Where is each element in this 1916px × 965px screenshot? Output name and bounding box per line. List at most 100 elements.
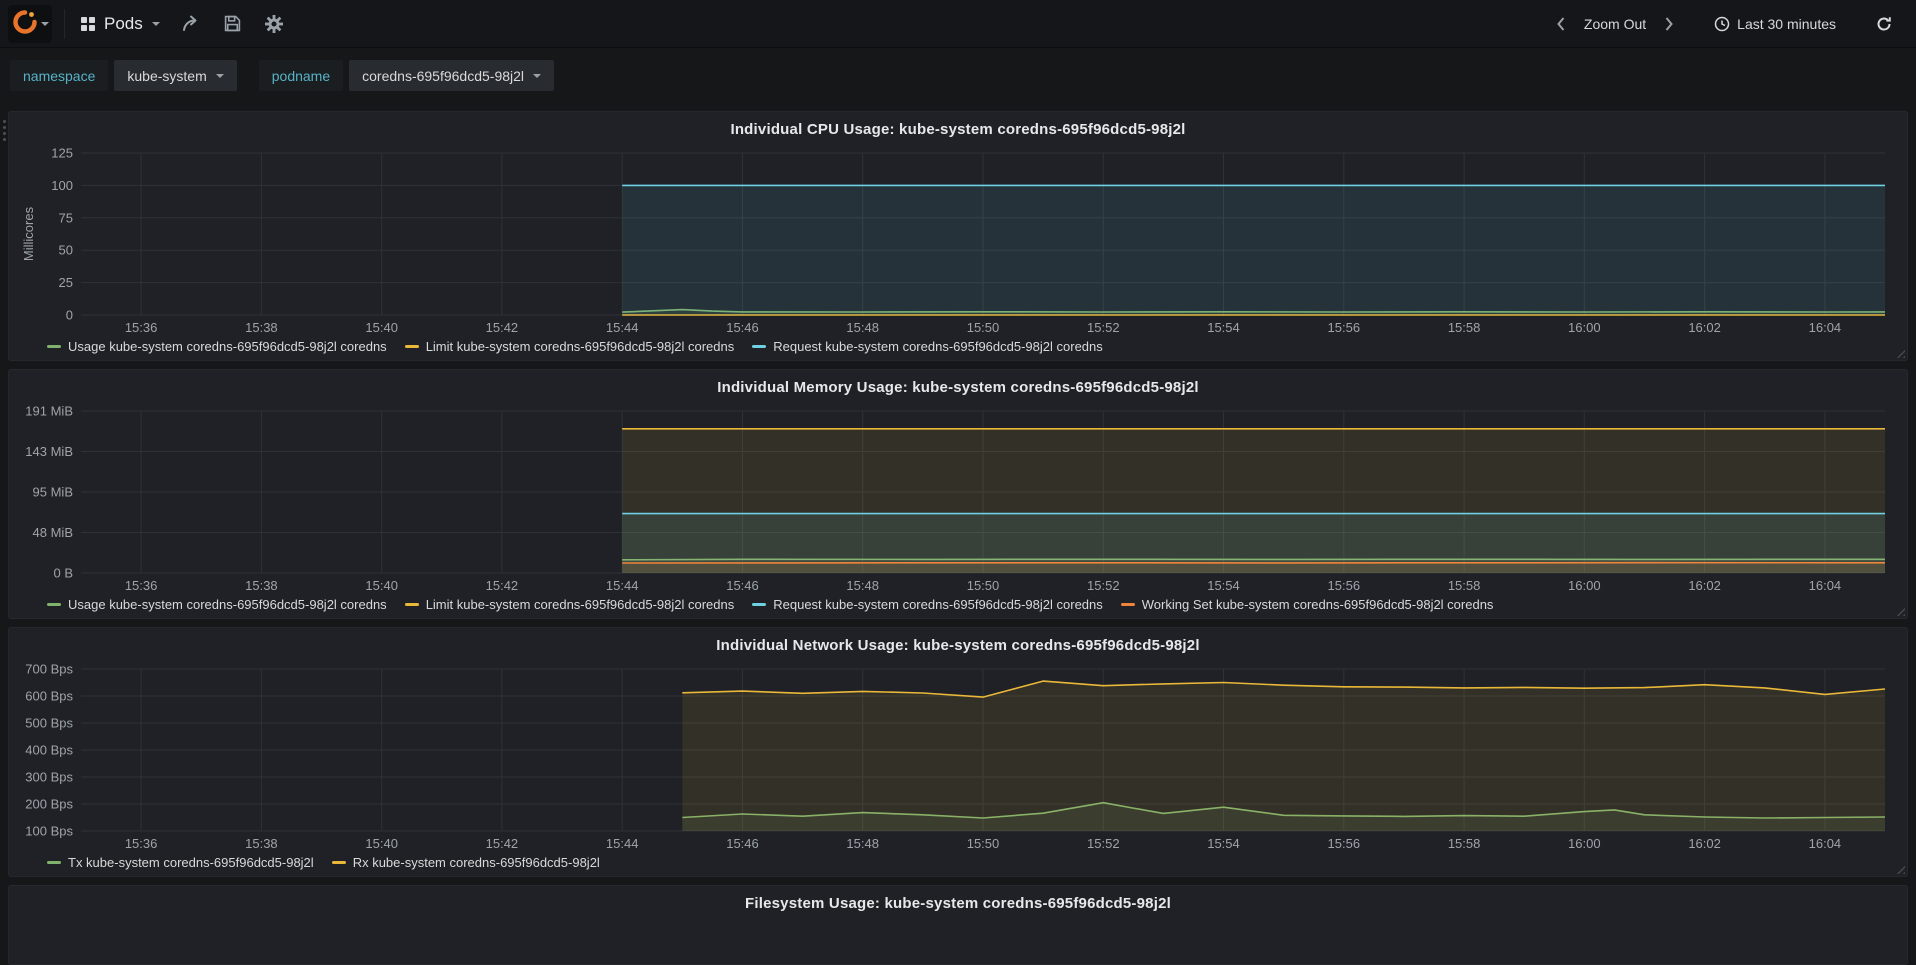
svg-text:200 Bps: 200 Bps [25,797,73,812]
svg-text:15:38: 15:38 [245,578,278,593]
legend-item[interactable]: Request kube-system coredns-695f96dcd5-9… [752,597,1103,612]
svg-text:15:52: 15:52 [1087,320,1120,335]
svg-text:500 Bps: 500 Bps [25,716,73,731]
legend-item[interactable]: Limit kube-system coredns-695f96dcd5-98j… [404,597,735,612]
refresh-icon [1877,16,1891,30]
legend-item[interactable]: Usage kube-system coredns-695f96dcd5-98j… [47,339,387,354]
cpu-usage-chart[interactable]: 0 25 50 75 100 125 15:36 15:38 15:40 15:42 15:44 15… [17,145,1899,337]
row-drag-handle[interactable] [3,120,6,123]
svg-text:15:58: 15:58 [1448,320,1481,335]
divider [64,8,65,39]
memory-usage-chart[interactable]: 0 B 48 MiB 95 MiB 143 MiB 191 MiB 15:36 15:38 1… [17,403,1899,595]
chevron-down-icon [40,21,49,26]
share-button[interactable] [176,9,206,38]
svg-text:16:04: 16:04 [1809,578,1842,593]
svg-text:15:58: 15:58 [1448,836,1481,851]
legend-series-label: Rx kube-system coredns-695f96dcd5-98j2l [352,855,600,870]
grafana-logo-icon [12,9,38,38]
legend-item[interactable]: Request kube-system coredns-695f96dcd5-9… [752,339,1103,354]
svg-text:600 Bps: 600 Bps [25,689,73,704]
svg-text:15:38: 15:38 [245,320,278,335]
cpu-usage-legend: Usage kube-system coredns-695f96dcd5-98j… [17,337,1899,358]
svg-text:15:36: 15:36 [125,578,158,593]
gear-icon [264,14,283,33]
svg-text:15:46: 15:46 [726,578,759,593]
variable-namespace-dropdown[interactable]: kube-system [114,60,237,91]
legend-series-label: Tx kube-system coredns-695f96dcd5-98j2l [68,855,314,870]
panel-memory-usage: Individual Memory Usage: kube-system cor… [8,369,1908,619]
svg-text:16:02: 16:02 [1688,836,1721,851]
svg-text:15:56: 15:56 [1328,320,1361,335]
zoom-out-label: Zoom Out [1583,15,1647,32]
dashboard-title-button[interactable]: Pods [77,8,164,40]
svg-text:15:56: 15:56 [1328,836,1361,851]
time-range-label: Last 30 minutes [1737,15,1836,32]
legend-item[interactable]: Usage kube-system coredns-695f96dcd5-98j… [47,597,387,612]
svg-text:15:56: 15:56 [1328,578,1361,593]
legend-item[interactable]: Rx kube-system coredns-695f96dcd5-98j2l [331,855,600,870]
variable-podname: podname coredns-695f96dcd5-98j2l [258,60,555,91]
svg-text:15:44: 15:44 [606,320,639,335]
svg-text:15:54: 15:54 [1207,320,1240,335]
svg-text:15:42: 15:42 [486,836,519,851]
dashboard-panels: Individual CPU Usage: kube-system coredn… [0,103,1916,965]
svg-text:143 MiB: 143 MiB [25,444,73,459]
variable-podname-dropdown[interactable]: coredns-695f96dcd5-98j2l [349,60,555,91]
svg-text:15:50: 15:50 [967,578,1000,593]
svg-text:15:40: 15:40 [365,836,398,851]
share-icon [182,15,197,31]
panel-title[interactable]: Individual Network Usage: kube-system co… [17,634,1899,661]
svg-text:Millicores: Millicores [21,206,36,261]
svg-text:75: 75 [59,210,73,225]
svg-text:16:02: 16:02 [1688,578,1721,593]
svg-text:25: 25 [59,275,73,290]
chevron-down-icon [151,21,160,26]
panel-network-usage: Individual Network Usage: kube-system co… [8,627,1908,877]
svg-text:300 Bps: 300 Bps [25,770,73,785]
legend-series-label: Limit kube-system coredns-695f96dcd5-98j… [425,597,735,612]
refresh-button[interactable] [1870,10,1898,38]
svg-text:400 Bps: 400 Bps [25,743,73,758]
svg-text:15:52: 15:52 [1087,836,1120,851]
panel-title[interactable]: Individual Memory Usage: kube-system cor… [17,376,1899,403]
memory-usage-legend: Usage kube-system coredns-695f96dcd5-98j… [17,595,1899,616]
network-usage-chart[interactable]: 100 Bps 200 Bps 300 Bps 400 Bps 500 Bps 600 B… [17,661,1899,853]
navbar: Pods Zoom Out Last 30 minutes [0,0,1916,48]
time-shift-back-button[interactable] [1550,10,1572,38]
svg-text:125: 125 [51,146,73,161]
grafana-dashboard: { "navbar": { "dashboard_title": "Pods",… [0,0,1916,965]
svg-text:15:50: 15:50 [967,836,1000,851]
variable-namespace-label: namespace [10,60,109,91]
legend-series-color-icon [752,345,767,348]
legend-series-label: Request kube-system coredns-695f96dcd5-9… [773,339,1103,354]
variable-namespace: namespace kube-system [10,60,237,91]
dashboard-grid-icon [81,16,95,31]
legend-item[interactable]: Working Set kube-system coredns-695f96dc… [1120,597,1493,612]
svg-text:100: 100 [51,178,73,193]
svg-text:15:54: 15:54 [1207,578,1240,593]
chevron-down-icon [215,73,224,78]
svg-text:50: 50 [59,243,73,258]
legend-item[interactable]: Limit kube-system coredns-695f96dcd5-98j… [404,339,734,354]
svg-text:15:44: 15:44 [606,578,639,593]
time-range-picker[interactable]: Last 30 minutes [1710,10,1840,38]
svg-text:15:44: 15:44 [606,836,639,851]
save-button[interactable] [218,9,247,38]
variable-namespace-value: kube-system [127,67,207,84]
svg-text:100 Bps: 100 Bps [25,824,73,839]
legend-series-color-icon [47,861,61,864]
settings-button[interactable] [259,9,289,39]
svg-text:16:00: 16:00 [1568,836,1601,851]
panel-title[interactable]: Individual CPU Usage: kube-system coredn… [17,118,1899,145]
legend-item[interactable]: Tx kube-system coredns-695f96dcd5-98j2l [47,855,314,870]
svg-text:700 Bps: 700 Bps [25,662,73,677]
panel-title[interactable]: Filesystem Usage: kube-system coredns-69… [17,892,1899,919]
grafana-logo-button[interactable] [8,4,52,43]
chevron-down-icon [533,73,542,78]
svg-text:0: 0 [66,308,73,323]
svg-text:15:48: 15:48 [846,836,879,851]
legend-series-color-icon [404,345,419,348]
svg-text:15:54: 15:54 [1207,836,1240,851]
time-shift-forward-button[interactable] [1658,10,1680,38]
zoom-out-button[interactable]: Zoom Out [1580,10,1650,38]
